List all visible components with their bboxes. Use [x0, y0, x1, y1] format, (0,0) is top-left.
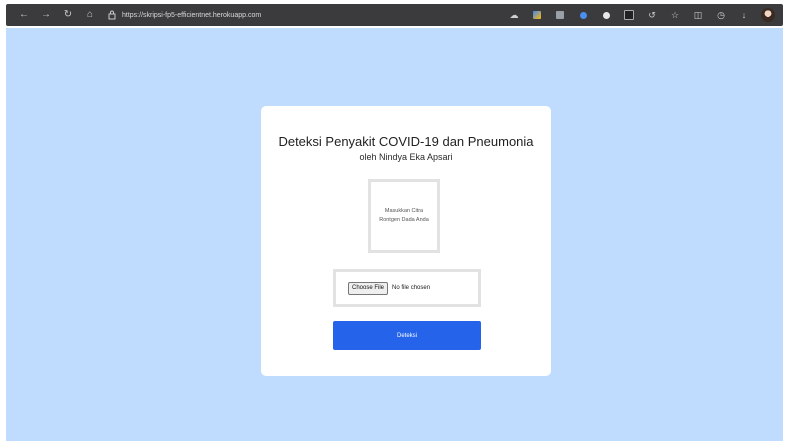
- choose-file-button[interactable]: Choose File: [348, 281, 389, 295]
- upload-card: Deteksi Penyakit COVID-19 dan Pneumonia …: [261, 106, 551, 376]
- cast-icon[interactable]: ☁: [509, 10, 519, 20]
- extension-toolbar: ☁ ↺ ☆ ◫ ◷ ↓: [496, 8, 775, 22]
- detect-button-label: Deteksi: [396, 332, 417, 339]
- download-icon[interactable]: ↓: [739, 10, 749, 20]
- lock-icon: [108, 10, 116, 20]
- extension-square-icon[interactable]: [624, 10, 634, 20]
- extension-icon[interactable]: [555, 10, 565, 20]
- address-bar[interactable]: https://skripsi-fp5-efficientnet.herokua…: [108, 7, 261, 23]
- forward-icon[interactable]: →: [38, 7, 54, 23]
- page-title: Deteksi Penyakit COVID-19 dan Pneumonia: [278, 134, 534, 149]
- page-subtitle: oleh Nindya Eka Apsari: [359, 152, 453, 162]
- collections-icon[interactable]: ◫: [693, 10, 703, 20]
- star-icon[interactable]: ☆: [670, 10, 680, 20]
- extension-blue-icon[interactable]: [578, 10, 588, 20]
- profile-avatar[interactable]: [761, 8, 775, 22]
- extension-white-icon[interactable]: [601, 10, 611, 20]
- reload-icon[interactable]: ↻: [60, 7, 76, 23]
- refresh-extension-icon[interactable]: ↺: [647, 10, 657, 20]
- browser-toolbar: ← → ↻ ⌂ https://skripsi-fp5-efficientnet…: [6, 4, 783, 26]
- extension-colorful-icon[interactable]: [532, 10, 542, 20]
- back-icon[interactable]: ←: [16, 7, 32, 23]
- file-input[interactable]: Choose File No file chosen: [333, 269, 481, 307]
- history-icon[interactable]: ◷: [716, 10, 726, 20]
- url-text: https://skripsi-fp5-efficientnet.herokua…: [122, 11, 262, 19]
- file-status-text: No file chosen: [392, 285, 431, 291]
- image-preview-box: Masukkan Citra Rontgen Dada Anda: [368, 179, 440, 253]
- page-viewport: Deteksi Penyakit COVID-19 dan Pneumonia …: [6, 28, 783, 441]
- detect-button[interactable]: Deteksi: [333, 321, 481, 350]
- home-icon[interactable]: ⌂: [82, 7, 98, 23]
- image-placeholder-text: Masukkan Citra Rontgen Dada Anda: [379, 208, 429, 223]
